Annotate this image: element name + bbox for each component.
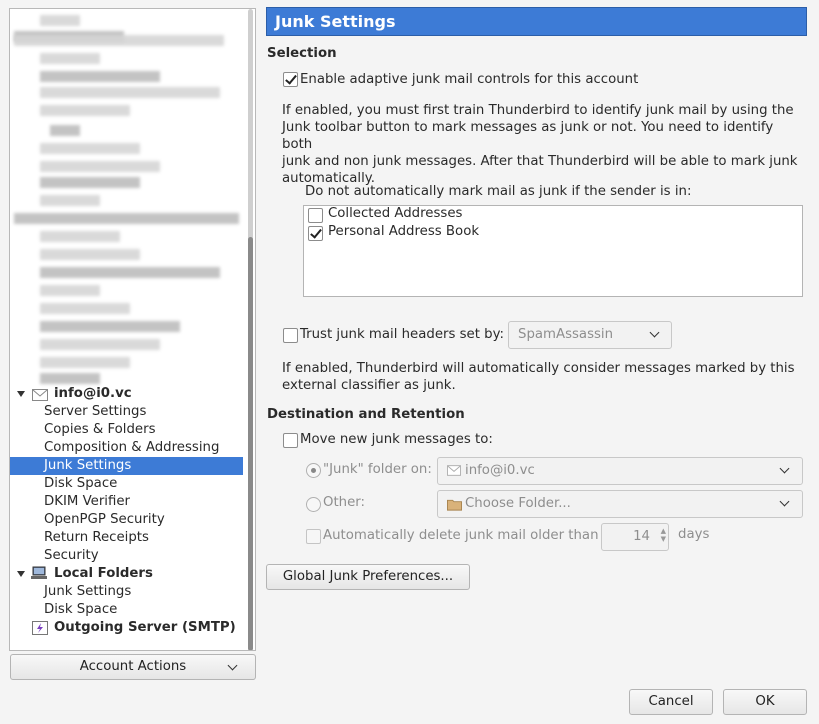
cancel-label: Cancel (648, 694, 694, 709)
auto-delete-label: Automatically delete junk mail older tha… (323, 528, 599, 543)
tree-item-disk-space[interactable]: Disk Space (10, 475, 243, 493)
help-line: external classifier as junk. (282, 378, 456, 393)
global-junk-preferences-label: Global Junk Preferences... (282, 569, 454, 584)
tree-scrollbar-thumb[interactable] (248, 237, 253, 650)
chevron-down-icon (779, 463, 790, 474)
enable-adaptive-checkbox[interactable] (283, 72, 298, 87)
enable-adaptive-label[interactable]: Enable adaptive junk mail controls for t… (300, 72, 638, 87)
junk-folder-radio (306, 463, 321, 478)
chevron-down-icon (779, 496, 790, 507)
address-book-label: Collected Addresses (328, 206, 463, 221)
tree-item-server-settings[interactable]: Server Settings (10, 403, 243, 421)
tree-account-row[interactable]: info@i0.vc (10, 385, 243, 403)
mail-account-icon (32, 389, 48, 401)
tree-item-label: Junk Settings (44, 584, 132, 599)
other-folder-value: Choose Folder... (465, 496, 571, 511)
cancel-button[interactable]: Cancel (629, 689, 713, 715)
trust-headers-checkbox[interactable] (283, 328, 298, 343)
expand-twisty-icon[interactable] (17, 571, 25, 577)
trust-headers-select: SpamAssassin (508, 321, 672, 349)
folder-icon (447, 499, 462, 511)
personal-address-book-checkbox[interactable] (308, 226, 323, 241)
junk-folder-account-select: info@i0.vc (437, 457, 803, 485)
tree-item-label: Junk Settings (44, 458, 132, 473)
address-book-list[interactable]: Collected Addresses Personal Address Boo… (303, 205, 803, 297)
tree-local-folders-label: Local Folders (54, 566, 153, 581)
auto-delete-days-value: 14 (633, 529, 650, 544)
tree-item-label: OpenPGP Security (44, 512, 165, 527)
tree-item-openpgp[interactable]: OpenPGP Security (10, 511, 243, 529)
tree-item-label: Security (44, 548, 99, 563)
address-book-label: Personal Address Book (328, 224, 480, 239)
tree-item-label: Disk Space (44, 476, 118, 491)
account-actions-label: Account Actions (79, 659, 187, 674)
move-junk-label[interactable]: Move new junk messages to: (300, 432, 493, 447)
outgoing-server-icon (32, 621, 48, 635)
help-line: If enabled, Thunderbird will automatical… (282, 361, 795, 376)
tree-item-composition[interactable]: Composition & Addressing (10, 439, 243, 457)
selection-heading: Selection (267, 46, 337, 61)
junk-folder-label: "Junk" folder on: (323, 462, 432, 477)
spinner-arrows-icon: ▲ ▼ (660, 527, 666, 543)
help-line: Junk toolbar button to mark messages as … (282, 120, 774, 152)
tree-item-local-disk-space[interactable]: Disk Space (10, 601, 243, 619)
other-folder-label: Other: (323, 495, 366, 510)
enable-adaptive-help: If enabled, you must first train Thunder… (282, 102, 807, 187)
destination-heading: Destination and Retention (267, 407, 465, 422)
collected-addresses-checkbox[interactable] (308, 208, 323, 223)
tree-item-local-junk-settings[interactable]: Junk Settings (10, 583, 243, 601)
tree-item-label: Composition & Addressing (44, 440, 220, 455)
move-junk-checkbox[interactable] (283, 433, 298, 448)
chevron-down-icon (649, 327, 660, 338)
junk-folder-account-value: info@i0.vc (465, 463, 535, 478)
mail-account-icon (447, 465, 461, 476)
expand-twisty-icon[interactable] (17, 391, 25, 397)
tree-item-label: Disk Space (44, 602, 118, 617)
global-junk-preferences-button[interactable]: Global Junk Preferences... (266, 564, 470, 590)
trust-headers-value: SpamAssassin (518, 327, 614, 342)
tree-item-label: Return Receipts (44, 530, 149, 545)
tree-item-label: Server Settings (44, 404, 147, 419)
auto-delete-days-spinner: 14 ▲ ▼ (601, 523, 669, 551)
whitelist-label: Do not automatically mark mail as junk i… (305, 184, 692, 199)
help-line: junk and non junk messages. After that T… (282, 154, 798, 169)
account-actions-button[interactable]: Account Actions (10, 654, 256, 680)
trust-headers-help: If enabled, Thunderbird will automatical… (282, 360, 807, 394)
other-folder-radio (306, 497, 321, 512)
computer-icon (31, 566, 47, 579)
tree-item-dkim-verifier[interactable]: DKIM Verifier (10, 493, 243, 511)
help-line: If enabled, you must first train Thunder… (282, 103, 794, 118)
tree-outgoing-server-row[interactable]: Outgoing Server (SMTP) (10, 619, 243, 637)
tree-outgoing-label: Outgoing Server (SMTP) (54, 620, 236, 635)
ok-label: OK (755, 694, 775, 709)
chevron-down-icon (227, 660, 238, 671)
tree-item-security[interactable]: Security (10, 547, 243, 565)
tree-item-return-receipts[interactable]: Return Receipts (10, 529, 243, 547)
tree-item-junk-settings-selected[interactable]: Junk Settings (10, 457, 243, 475)
auto-delete-checkbox (306, 529, 321, 544)
tree-account-label: info@i0.vc (54, 386, 132, 401)
tree-item-label: DKIM Verifier (44, 494, 131, 509)
tree-item-label: Copies & Folders (44, 422, 156, 437)
tree-item-copies-folders[interactable]: Copies & Folders (10, 421, 243, 439)
ok-button[interactable]: OK (723, 689, 807, 715)
other-folder-select: Choose Folder... (437, 490, 803, 518)
auto-delete-unit: days (678, 527, 710, 542)
trust-headers-label[interactable]: Trust junk mail headers set by: (300, 327, 504, 342)
tree-local-folders-row[interactable]: Local Folders (10, 565, 243, 583)
account-tree[interactable]: info@i0.vc Server Settings Copies & Fold… (9, 8, 256, 651)
page-title: Junk Settings (266, 7, 807, 36)
